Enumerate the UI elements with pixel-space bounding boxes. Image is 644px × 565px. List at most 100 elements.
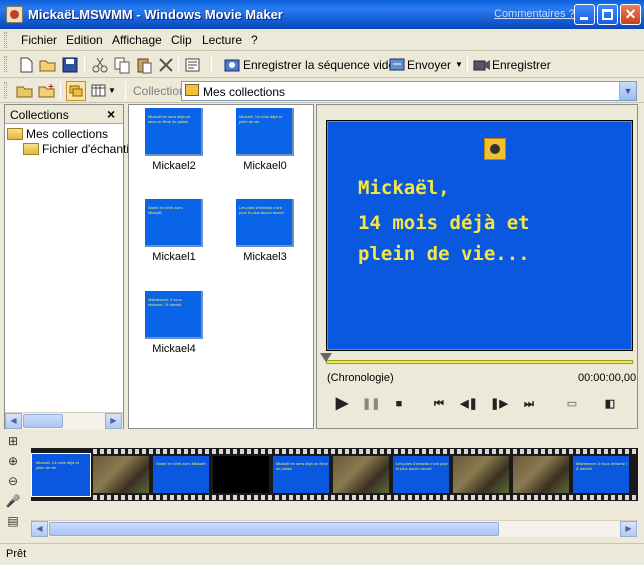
movie-maker-app-icon[interactable] [6, 6, 23, 23]
clip-item[interactable]: Mickaël, 14 mois déjà et plein de vie Mi… [220, 108, 310, 172]
menu-lecture[interactable]: Lecture [202, 33, 242, 47]
seek-thumb[interactable] [320, 353, 332, 362]
scroll-right-icon[interactable]: ▶ [105, 413, 122, 429]
menu-clip[interactable]: Clip [171, 33, 192, 47]
timeline-hscrollbar[interactable]: ◀ ▶ [31, 520, 638, 537]
new-file-icon[interactable] [17, 56, 35, 74]
storyboard-frame[interactable] [93, 456, 149, 493]
menu-edition[interactable]: Edition [66, 33, 103, 47]
menu-help[interactable]: ? [251, 33, 258, 47]
storyboard-frame[interactable] [453, 456, 509, 493]
record-camera-icon[interactable] [473, 56, 491, 74]
maximize-icon [602, 9, 613, 20]
pause-icon[interactable]: ❚❚ [362, 396, 380, 412]
frame-text: Maintenant, il nous réclame ! À bientôt [576, 461, 628, 471]
clip-item[interactable]: Santé en forth avec Mickaël Mickael1 [129, 199, 219, 263]
scroll-left-icon[interactable]: ◀ [31, 521, 48, 537]
collections-hscrollbar[interactable]: ◀ ▶ [5, 412, 123, 429]
audio-levels-icon[interactable]: ▤ [4, 514, 22, 530]
fullscreen-icon[interactable]: ▭ [563, 396, 581, 412]
collections-view-icon[interactable] [66, 81, 86, 101]
storyboard-frame[interactable] [513, 456, 569, 493]
storyboard-frame[interactable]: Santé en forth avec Mickaël [153, 456, 209, 493]
copy-icon[interactable] [113, 56, 131, 74]
preview-time: 00:00:00,00 [578, 372, 637, 384]
split-clip-icon[interactable]: ◧ [601, 396, 619, 412]
clip-item[interactable]: Mickaël en sera déjà un sera un filme de… [129, 108, 219, 172]
preview-monitor[interactable]: Mickaël, 14 mois déjà et plein de vie... [326, 120, 633, 351]
preview-status: (Chronologie) [327, 372, 394, 384]
save-movie-icon[interactable] [223, 56, 241, 74]
scroll-thumb[interactable] [23, 414, 63, 428]
clip-item[interactable]: Maintenant, il nous réclame ! À bientôt … [129, 291, 219, 355]
frame-text: Mickaël, 14 mois déjà et plein de vie [36, 460, 79, 470]
minimize-button[interactable] [574, 4, 595, 25]
tree-item-mes-collections[interactable]: Mes collections [7, 127, 108, 143]
timeline-tools: ⊞ ⊕ ⊖ 🎤 ▤ [4, 434, 26, 534]
properties-icon[interactable] [184, 56, 202, 74]
scroll-thumb[interactable] [49, 522, 499, 536]
storyboard-frame[interactable]: Mickaël en sera déjà un filme de plaisir [273, 456, 329, 493]
open-folder-icon[interactable] [39, 56, 57, 74]
zoom-out-icon[interactable]: ⊖ [4, 474, 22, 490]
toolbar-grip[interactable] [4, 56, 7, 72]
stop-icon[interactable]: ■ [390, 396, 408, 412]
seek-bar[interactable] [326, 360, 633, 364]
clip-label: Mickael2 [152, 160, 196, 172]
forward-icon[interactable]: ❚▶ [490, 396, 508, 412]
save-icon[interactable] [61, 56, 79, 74]
close-button[interactable]: ✕ [620, 4, 641, 25]
record-button[interactable]: Enregistrer [492, 58, 551, 72]
movie-maker-window: MickaëLMSWMM - Windows Movie Maker Comme… [0, 0, 644, 565]
toolbar-grip[interactable] [4, 82, 7, 98]
storyboard-frame-selected[interactable]: Mickaël, 14 mois déjà et plein de vie [31, 453, 91, 497]
menu-grip[interactable] [4, 32, 7, 48]
close-icon[interactable]: × [107, 106, 115, 122]
feedback-link[interactable]: Commentaires ? [494, 8, 575, 20]
clip-item[interactable]: Les joies d'enfants n'ont pour le plus a… [220, 199, 310, 263]
chevron-down-icon[interactable]: ▼ [619, 82, 636, 100]
tree-item-sample-files[interactable]: Fichier d'échantillo [23, 142, 141, 158]
previous-frame-icon[interactable]: ⏮ [430, 396, 448, 412]
send-icon[interactable] [388, 56, 406, 74]
send-dropdown-arrow-icon[interactable]: ▼ [455, 60, 463, 69]
storyboard-frame[interactable]: Les joies d'enfants n'ont pour le plus a… [393, 456, 449, 493]
up-folder-icon[interactable] [16, 82, 34, 100]
storyboard-frame[interactable] [213, 456, 269, 493]
menu-affichage[interactable]: Affichage [112, 33, 162, 47]
scroll-right-icon[interactable]: ▶ [620, 521, 637, 537]
show-timeline-icon[interactable]: ⊞ [4, 434, 22, 450]
views-dropdown-arrow-icon[interactable]: ▼ [108, 86, 116, 95]
narration-icon[interactable]: 🎤 [4, 494, 22, 510]
standard-toolbar: Enregistrer la séquence vidéo Envoyer ▼ … [0, 52, 644, 78]
frame-text: Les joies d'enfants n'ont pour le plus a… [396, 461, 448, 471]
delete-icon[interactable] [157, 56, 175, 74]
maximize-button[interactable] [597, 4, 618, 25]
zoom-in-icon[interactable]: ⊕ [4, 454, 22, 470]
collection-select-value: Mes collections [203, 85, 286, 99]
menu-fichier[interactable]: Fichier [21, 33, 57, 47]
next-frame-icon[interactable]: ⏭ [520, 396, 538, 412]
send-button[interactable]: Envoyer [407, 58, 451, 72]
toolbar-separator [60, 82, 61, 100]
scroll-left-icon[interactable]: ◀ [5, 413, 22, 429]
frame-text: Santé en forth avec Mickaël [156, 461, 206, 466]
cut-icon[interactable] [91, 56, 109, 74]
storyboard-frame[interactable] [333, 456, 389, 493]
storyboard-strip[interactable]: Santé en forth avec Mickaël Mickaël en s… [31, 448, 638, 501]
save-movie-button[interactable]: Enregistrer la séquence vidéo [243, 58, 402, 72]
collection-folder-icon [23, 143, 39, 155]
window-title: MickaëLMSWMM - Windows Movie Maker [28, 7, 283, 22]
clip-label: Mickael3 [243, 251, 287, 263]
menu-bar: Fichier Edition Affichage Clip Lecture ? [0, 29, 644, 51]
play-icon[interactable]: ▶ [333, 396, 351, 412]
tree-item-label: Fichier d'échantillo [42, 142, 142, 156]
clip-thumbnail: Mickaël, 14 mois déjà et plein de vie [236, 108, 294, 156]
paste-icon[interactable] [135, 56, 153, 74]
new-collection-icon[interactable] [38, 82, 56, 100]
collection-select[interactable]: Mes collections ▼ [181, 81, 637, 101]
rewind-icon[interactable]: ◀❚ [460, 396, 478, 412]
clip-label: Mickael1 [152, 251, 196, 263]
storyboard-frame[interactable]: Maintenant, il nous réclame ! À bientôt [573, 456, 629, 493]
views-icon[interactable] [90, 82, 108, 100]
